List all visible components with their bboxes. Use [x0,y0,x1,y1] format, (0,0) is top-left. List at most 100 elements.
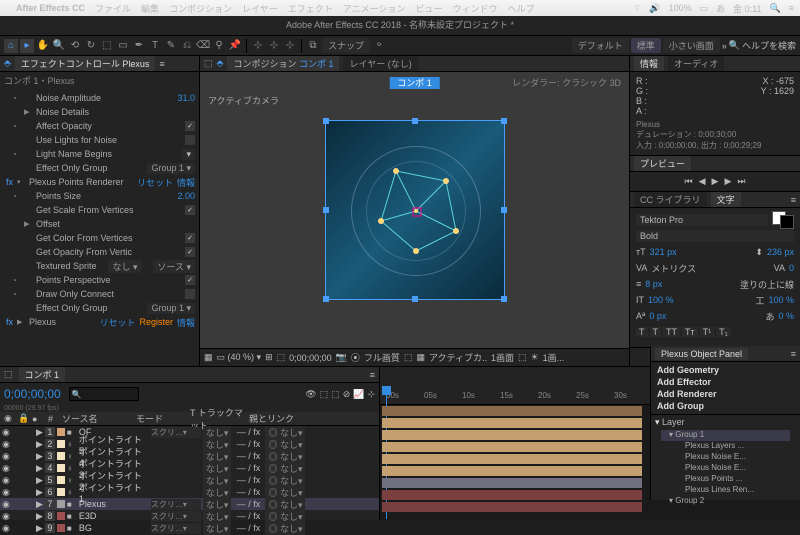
timeline-flow-icon[interactable]: ⬚ [4,369,13,380]
search-icon[interactable]: 🔍 [729,40,740,51]
add-renderer[interactable]: Add Renderer [651,388,800,400]
grid-icon[interactable]: ⊞ [265,352,273,363]
tree-item[interactable]: ▾ Group 1 [661,430,790,441]
tracking-val[interactable]: 0 [789,263,794,273]
composition-canvas[interactable] [325,120,505,300]
prop-checkbox[interactable] [185,289,195,299]
layer-bar[interactable] [382,442,642,452]
prop-checkbox[interactable]: ✓ [185,233,195,243]
stopwatch-icon[interactable]: ◔ [12,290,20,298]
tree-item[interactable]: Plexus Noise E... [661,463,790,474]
selection-tool[interactable]: ▸ [20,39,34,53]
prop-dropdown[interactable]: Group 1 ▾ [147,163,195,174]
workspace-more[interactable]: » [722,41,727,51]
layer-row[interactable]: ◉▶1■OFスクリ…▾なし▾— / fx◎ なし▾ [0,426,379,438]
tsume[interactable]: 0 % [778,311,794,321]
visibility-icon[interactable]: ◉ [2,523,12,534]
effect-controls-tab[interactable]: エフェクトコントロール Plexus [15,56,156,71]
tree-item[interactable]: Plexus Layers ... [661,441,790,452]
plexus-panel-tab[interactable]: Plexus Object Panel [655,348,748,360]
italic-btn[interactable]: T [650,327,662,337]
behind-tool[interactable]: ⬚ [100,39,114,53]
zoom-dropdown[interactable]: ▭ (40 %) ▾ [217,352,262,363]
baseline[interactable]: 0 px [649,311,666,321]
eraser-tool[interactable]: ⌫ [196,39,210,53]
viewer-comp-tab[interactable]: コンポジション コンポ 1 [227,56,339,71]
blend-mode[interactable]: スクリ…▾ [151,523,201,534]
timeline-tab[interactable]: コンポ 1 [19,367,66,382]
panel-menu[interactable]: ≡ [159,59,164,69]
parent-drop[interactable]: ◎ なし▾ [265,522,305,535]
snap-icon[interactable]: ⧉ [306,39,320,53]
menu-layer[interactable]: レイヤー [242,2,278,15]
add-effector[interactable]: Add Effector [651,376,800,388]
layer-row[interactable]: ◉▶2♀ポイントライト 5なし▾— / fx◎ なし▾ [0,438,379,450]
stopwatch-icon[interactable]: ◔ [12,192,20,200]
exposure-icon[interactable]: ☀ [531,352,539,363]
layer-row[interactable]: ◉▶9■BGスクリ…▾なし▾— / fx◎ なし▾ [0,522,379,534]
layer-row[interactable]: ◉▶6♀ポイントライト 1なし▾— / fx◎ なし▾ [0,486,379,498]
mask-icon[interactable]: ▦ [204,352,213,363]
info-link[interactable]: 情報 [177,316,195,329]
workspace-default[interactable]: デフォルト [572,38,629,53]
smallcaps-btn[interactable]: Tт [682,327,698,337]
rotate-tool[interactable]: ↻ [84,39,98,53]
prop-checkbox[interactable] [185,135,195,145]
font-weight[interactable]: Bold [636,230,794,242]
col-source[interactable]: ソース名 [62,412,132,425]
track-matte[interactable]: なし▾ [203,522,232,535]
layer-bar[interactable] [382,490,642,500]
timeline-search[interactable] [69,387,139,401]
font-family[interactable]: Tekton Pro [636,214,768,226]
fx-name[interactable]: Plexus [29,317,56,327]
shy-icon[interactable]: 👁 [305,389,316,400]
ime-icon[interactable]: あ [716,2,725,15]
view-num[interactable]: 1画... [543,351,565,364]
3d-icon[interactable]: ⬚ [518,352,527,363]
info-tab[interactable]: 情報 [634,56,664,71]
menu-help[interactable]: ヘルプ [507,2,534,15]
axis-world[interactable]: ⊹ [267,39,281,53]
layer-row[interactable]: ◉▶4♀ポイントライト 3なし▾— / fx◎ なし▾ [0,462,379,474]
add-geometry[interactable]: Add Geometry [651,364,800,376]
prop-value[interactable]: 2.00 [177,191,195,201]
workspace-small[interactable]: 小さい画面 [663,38,720,53]
kerning[interactable]: メトリクス [651,262,696,275]
sub-btn[interactable]: T₁ [716,327,731,337]
visibility-icon[interactable]: ◉ [2,511,12,522]
stroke-swatch[interactable] [780,215,794,229]
menu-animation[interactable]: アニメーション [343,2,406,15]
viewer-flow-icon[interactable]: ⬚ [204,58,213,69]
snap-label[interactable]: スナップ [322,38,370,53]
notif-icon[interactable]: ≡ [789,3,794,13]
visibility-icon[interactable]: ◉ [2,475,12,486]
layer-bar[interactable] [382,430,642,440]
preview-tab[interactable]: プレビュー [634,156,691,171]
prop-checkbox[interactable]: ✓ [185,205,195,215]
audio-tab[interactable]: オーディオ [668,56,724,71]
visibility-icon[interactable]: ◉ [2,439,12,450]
layer-bar[interactable] [382,478,642,488]
fx-switch-icon[interactable]: ⬚ [320,389,329,400]
graph-icon[interactable]: 📈 [353,389,364,400]
tree-item[interactable]: Plexus Points ... [661,474,790,485]
info-link[interactable]: 情報 [177,176,195,189]
zoom-tool[interactable]: 🔍 [52,39,66,53]
tree-item[interactable]: ▾ Group 2 [661,496,790,507]
roto-tool[interactable]: ⚲ [212,39,226,53]
hand-tool[interactable]: ✋ [36,39,50,53]
col-parent[interactable]: 親とリンク [249,412,294,425]
prop-dropdown[interactable]: なし ▾ [108,260,141,273]
roi-icon[interactable]: ⬚ [404,352,413,363]
blend-mode[interactable]: スクリ…▾ [151,499,201,510]
layer-switches-icon[interactable]: ⊹ [367,389,375,400]
snapshot-icon[interactable]: 📷 [336,352,347,363]
axis-local[interactable]: ⊹ [251,39,265,53]
help-search[interactable]: ヘルプを検索 [742,39,796,52]
blend-mode[interactable]: スクリ…▾ [151,511,201,522]
rect-tool[interactable]: ▭ [116,39,130,53]
spotlight-icon[interactable]: 🔍 [770,3,781,14]
visibility-icon[interactable]: ◉ [2,499,12,510]
layer-bar[interactable] [382,466,642,476]
reset-link[interactable]: リセット [137,176,173,189]
